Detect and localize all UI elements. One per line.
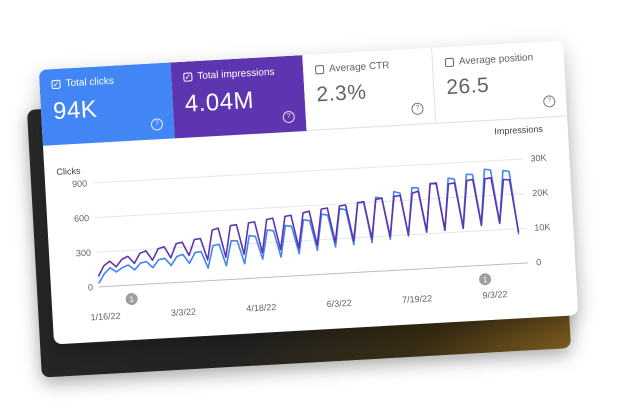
average-ctr-label: Average CTR xyxy=(328,60,390,75)
left-tick-label: 0 xyxy=(88,282,94,292)
clicks-line xyxy=(98,168,520,284)
x-tick-label: 7/19/22 xyxy=(402,293,433,305)
help-icon[interactable]: ? xyxy=(411,102,424,116)
x-tick-label: 6/3/22 xyxy=(326,298,352,309)
average-position-label: Average position xyxy=(458,52,534,68)
average-position-value: 26.5 xyxy=(445,73,490,100)
checked-checkbox-icon[interactable]: ✓ xyxy=(51,79,61,90)
chart-svg: 900 30K 600 20K 300 10K 0 0 Clicks Impressions 1/1… xyxy=(56,124,551,323)
average-ctr-value: 2.3% xyxy=(315,80,368,107)
total-clicks-label: Total clicks xyxy=(65,75,115,90)
left-tick-label: 600 xyxy=(74,213,90,224)
help-icon[interactable]: ? xyxy=(282,110,296,124)
checked-checkbox-icon[interactable]: ✓ xyxy=(183,72,193,82)
right-tick-label: 10K xyxy=(534,222,551,233)
average-position-tile[interactable]: Average position 26.5 ? xyxy=(432,40,568,124)
unchecked-checkbox-icon[interactable] xyxy=(444,57,455,68)
gridline xyxy=(93,158,523,184)
total-impressions-tile[interactable]: ✓ Total impressions 4.04M ? xyxy=(170,55,307,139)
total-clicks-tile[interactable]: ✓ Total clicks 94K ? xyxy=(38,62,175,146)
left-tick-label: 300 xyxy=(76,248,92,259)
right-tick-label: 20K xyxy=(532,187,549,198)
average-ctr-tile[interactable]: Average CTR 2.3% ? xyxy=(302,47,437,132)
performance-chart: 900 30K 600 20K 300 10K 0 0 Clicks Impressions 1/1… xyxy=(43,116,578,344)
gridline xyxy=(96,227,527,253)
unchecked-checkbox-icon[interactable] xyxy=(314,64,325,75)
total-impressions-value: 4.04M xyxy=(184,86,255,118)
x-tick-label: 4/18/22 xyxy=(246,302,277,314)
right-axis-title: Impressions xyxy=(494,124,543,137)
x-tick-label: 9/3/22 xyxy=(482,289,508,300)
gridline xyxy=(98,262,529,288)
left-tick-label: 900 xyxy=(72,178,88,189)
help-icon[interactable]: ? xyxy=(150,118,164,131)
performance-card: ✓ Total clicks 94K ? ✓ Total impressions… xyxy=(38,40,579,345)
x-tick-label: 1/16/22 xyxy=(90,311,121,323)
left-axis-title: Clicks xyxy=(56,166,81,177)
right-tick-label: 30K xyxy=(530,153,547,164)
total-clicks-value: 94K xyxy=(52,95,98,126)
help-icon[interactable]: ? xyxy=(542,95,556,108)
right-tick-label: 0 xyxy=(536,257,542,267)
total-impressions-label: Total impressions xyxy=(197,66,275,83)
x-tick-label: 3/3/22 xyxy=(171,306,197,317)
